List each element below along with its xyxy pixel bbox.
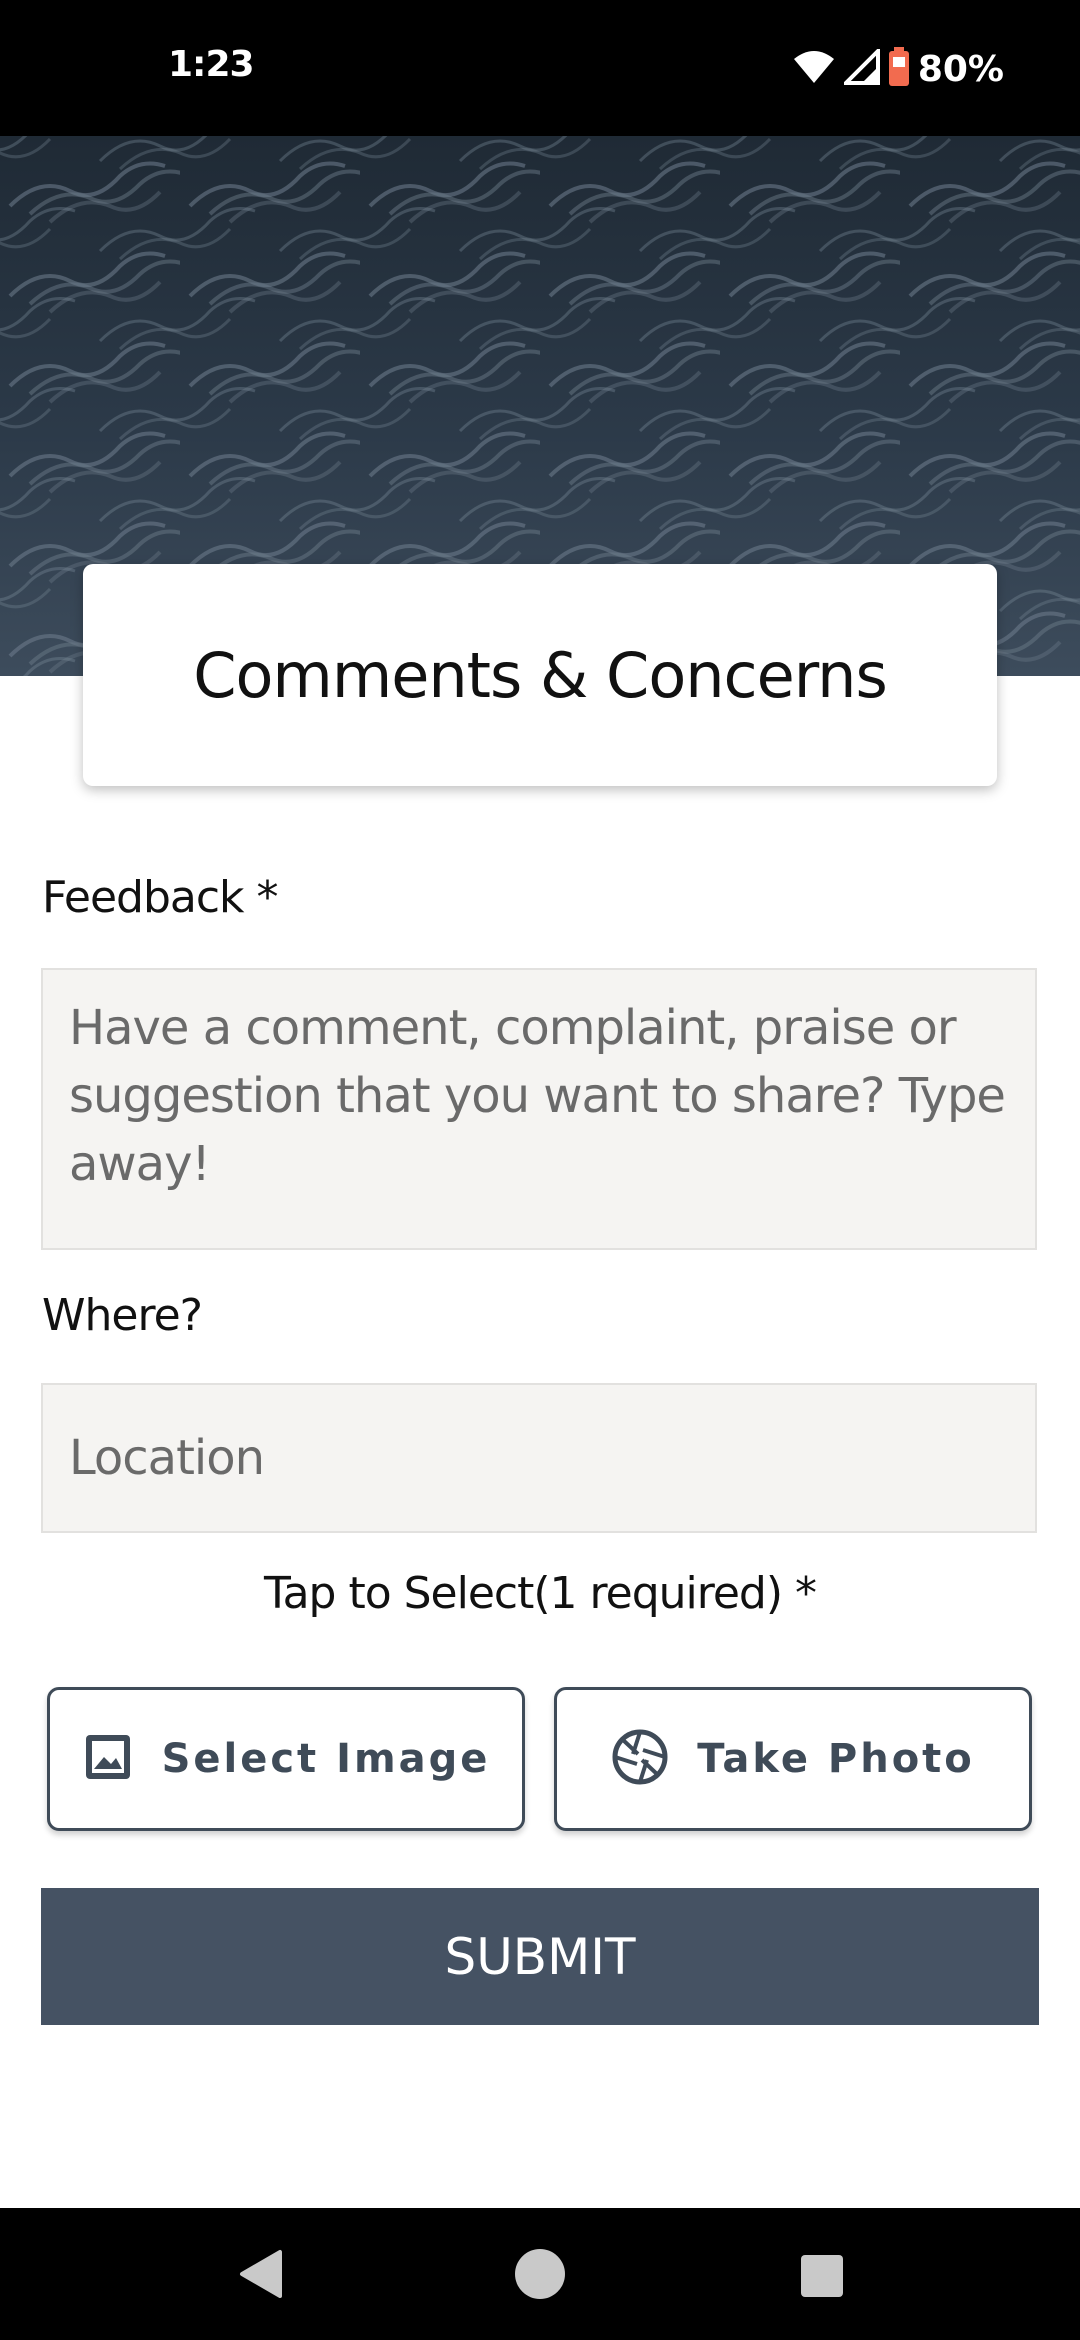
wifi-icon xyxy=(792,49,836,89)
take-photo-label: Take Photo xyxy=(697,1736,975,1782)
home-icon[interactable] xyxy=(514,2248,566,2304)
feedback-textarea[interactable]: Have a comment, complaint, praise or sug… xyxy=(41,968,1037,1250)
page-title: Comments & Concerns xyxy=(193,638,888,712)
status-icons: 80% xyxy=(792,44,1004,94)
image-required-label: Tap to Select(1 required) * xyxy=(263,1568,817,1619)
location-input[interactable]: Location xyxy=(41,1383,1037,1533)
submit-button[interactable]: SUBMIT xyxy=(41,1888,1039,2025)
select-image-button[interactable]: Select Image xyxy=(47,1687,525,1831)
back-icon[interactable] xyxy=(236,2248,284,2304)
title-card: Comments & Concerns xyxy=(83,564,997,786)
cell-signal-icon xyxy=(840,46,880,89)
battery-icon xyxy=(888,47,910,91)
where-label: Where? xyxy=(42,1290,203,1341)
status-time: 1:23 xyxy=(168,44,255,85)
system-nav-bar xyxy=(0,2208,1080,2340)
battery-percent: 80% xyxy=(917,48,1004,90)
submit-label: SUBMIT xyxy=(444,1927,636,1986)
select-image-label: Select Image xyxy=(161,1736,491,1782)
image-icon xyxy=(82,1731,134,1787)
take-photo-button[interactable]: Take Photo xyxy=(554,1687,1032,1831)
camera-shutter-icon xyxy=(611,1728,669,1790)
recents-icon[interactable] xyxy=(800,2254,844,2302)
feedback-label: Feedback * xyxy=(42,872,279,923)
status-bar: 1:23 80% xyxy=(0,0,1080,136)
